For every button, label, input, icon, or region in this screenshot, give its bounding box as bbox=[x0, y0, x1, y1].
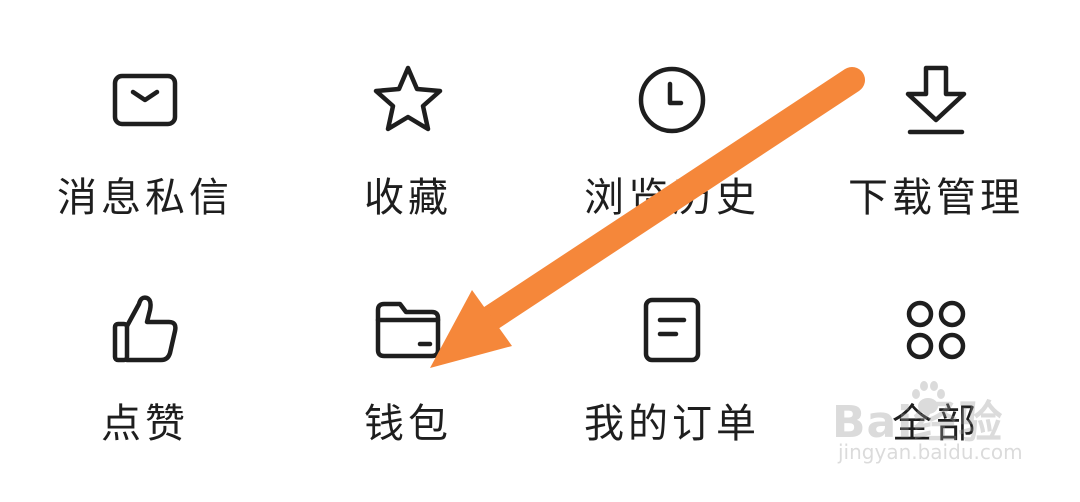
all-apps-icon bbox=[896, 290, 976, 370]
menu-item-orders[interactable]: 我的订单 bbox=[552, 0, 792, 447]
menu-item-label: 钱包 bbox=[364, 401, 452, 447]
wallet-icon bbox=[368, 290, 448, 370]
order-icon bbox=[632, 290, 712, 370]
menu-grid: 消息私信 收藏 浏览历史 下载管理 点赞 钱包 我的订单 全部 bbox=[0, 0, 1080, 502]
menu-item-all[interactable]: 全部 bbox=[816, 0, 1056, 447]
menu-item-label: 全部 bbox=[892, 401, 980, 447]
menu-item-label: 点赞 bbox=[101, 401, 189, 447]
menu-item-likes[interactable]: 点赞 bbox=[25, 0, 265, 447]
thumbs-up-icon bbox=[105, 290, 185, 370]
menu-item-label: 我的订单 bbox=[584, 401, 760, 447]
menu-item-wallet[interactable]: 钱包 bbox=[288, 0, 528, 447]
